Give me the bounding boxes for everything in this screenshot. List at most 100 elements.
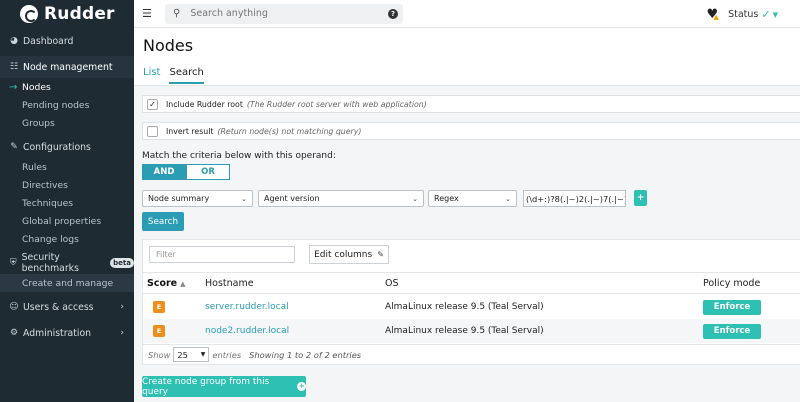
column-header-hostname[interactable]: Hostname: [205, 278, 254, 289]
users-icon: ☺: [9, 302, 19, 312]
search-input[interactable]: [190, 8, 371, 19]
sidebar-item-label: Pending nodes: [22, 99, 90, 111]
filter-input[interactable]: Filter: [149, 246, 295, 263]
sidebar-item-label: Configurations: [23, 141, 91, 153]
table-row: E node2.rudder.local AlmaLinux release 9…: [143, 319, 800, 343]
sidebar-item-security-benchmarks[interactable]: ⛨ Security benchmarks beta: [0, 252, 134, 274]
search-button[interactable]: Search: [142, 212, 184, 231]
sidebar-item-directives[interactable]: Directives: [0, 176, 134, 194]
operand-label: Match the criteria below with this opera…: [142, 151, 336, 161]
page-header: Nodes List Search: [134, 28, 800, 86]
operand-toggle: AND OR: [142, 164, 230, 180]
sidebar-item-techniques[interactable]: Techniques: [0, 194, 134, 212]
score-badge: E: [153, 301, 165, 313]
criteria-comparator-select[interactable]: Regex ⌄: [428, 190, 517, 207]
sidebar-item-label: Change logs: [22, 233, 79, 245]
health-heart-icon: ♥ ▲: [706, 7, 719, 22]
column-header-score[interactable]: Score ▲: [147, 278, 186, 289]
chevron-down-icon: ⌄: [241, 194, 247, 203]
criteria-attribute-select[interactable]: Agent version ⌄: [258, 190, 424, 207]
hostname-link[interactable]: node2.rudder.local: [205, 326, 289, 336]
status-menu[interactable]: ♥ ▲ Status ✓ ▼: [706, 7, 778, 22]
page-size-value: 25: [177, 349, 188, 360]
page-size-select[interactable]: 25 ▼: [173, 347, 210, 362]
os-cell: AlmaLinux release 9.5 (Teal Serval): [385, 302, 544, 312]
tab-search[interactable]: Search: [169, 67, 204, 84]
policy-mode-badge: Enforce: [703, 323, 761, 339]
results-panel: Filter Edit columns ✎ Score ▲ Hostname OS…: [142, 239, 800, 365]
column-header-policy-mode[interactable]: Policy mode: [703, 278, 760, 289]
tab-bar: List Search: [143, 67, 213, 84]
pencil-icon: ✎: [377, 250, 384, 259]
add-criteria-button[interactable]: +: [634, 190, 647, 206]
invert-result-checkbox[interactable]: [147, 125, 158, 137]
show-label: Show: [148, 349, 171, 360]
column-header-label: Score: [147, 277, 178, 289]
sidebar-item-label: Techniques: [22, 197, 74, 209]
operand-or-button[interactable]: OR: [186, 164, 230, 180]
criteria-attribute-value: Agent version: [264, 194, 320, 203]
sidebar-item-label: Administration: [23, 327, 92, 339]
include-root-checkbox[interactable]: ✓: [147, 98, 158, 110]
sitemap-icon: ☷: [9, 62, 19, 72]
sidebar-item-label: Nodes: [22, 81, 51, 93]
gear-icon: ⚙: [9, 328, 19, 338]
global-search[interactable]: ⚲ ?: [165, 3, 403, 24]
criteria-value-input[interactable]: (\d+:)?8(.|~)2(.|~)7(.|~)git2: [523, 190, 626, 207]
criteria-object-value: Node summary: [148, 194, 210, 203]
question-icon: ?: [388, 8, 398, 19]
sidebar-item-pending-nodes[interactable]: Pending nodes: [0, 96, 134, 114]
page-title: Nodes: [143, 36, 194, 55]
hamburger-menu-icon[interactable]: ☰: [142, 7, 152, 20]
operand-and-button[interactable]: AND: [142, 164, 186, 180]
entries-label: entries: [212, 349, 242, 360]
sidebar-item-groups[interactable]: Groups: [0, 114, 134, 132]
sidebar-item-create-and-manage[interactable]: Create and manage: [0, 274, 134, 292]
include-root-label: Include Rudder root: [166, 99, 243, 109]
chevron-right-icon: ›: [120, 302, 124, 312]
chevron-down-icon: ⌄: [412, 194, 418, 203]
sidebar-item-label: Users & access: [23, 301, 94, 313]
hostname-link[interactable]: server.rudder.local: [205, 302, 289, 312]
include-root-option[interactable]: ✓ Include Rudder root (The Rudder root s…: [142, 95, 800, 113]
sidebar-item-label: Dashboard: [23, 35, 74, 47]
criteria-object-select[interactable]: Node summary ⌄: [142, 190, 253, 207]
search-icon: ⚲: [173, 8, 181, 19]
invert-result-option[interactable]: Invert result (Return node(s) not matchi…: [142, 122, 800, 140]
brand-name: Rudder: [44, 4, 115, 24]
dashboard-icon: ◕: [10, 36, 18, 46]
sidebar-item-dashboard[interactable]: ◕ Dashboard: [0, 30, 134, 52]
score-badge: E: [153, 325, 165, 337]
create-node-group-button[interactable]: Create node group from this query +: [142, 376, 306, 397]
rudder-logo[interactable]: Rudder: [0, 0, 134, 28]
criteria-comparator-value: Regex: [434, 194, 459, 203]
table-footer: Show 25 ▼ entries Showing 1 to 2 of 2 en…: [143, 344, 800, 364]
tab-list[interactable]: List: [143, 67, 160, 84]
chevron-right-icon: ›: [120, 328, 124, 338]
table-row: E server.rudder.local AlmaLinux release …: [143, 295, 800, 319]
sidebar-item-change-logs[interactable]: Change logs: [0, 230, 134, 248]
chevron-down-icon: ▼: [200, 351, 206, 358]
wrench-icon: ✎: [10, 142, 18, 152]
plus-circle-icon: +: [297, 382, 306, 391]
top-bar: ☰ ⚲ ? ♥▲ Status ✓ ▼: [134, 0, 800, 28]
os-cell: AlmaLinux release 9.5 (Teal Serval): [385, 326, 544, 336]
sidebar-item-rules[interactable]: Rules: [0, 158, 134, 176]
status-label: Status: [728, 9, 759, 20]
sidebar: Rudder ◕ Dashboard ☷ Node management → N…: [0, 0, 134, 402]
search-help-button[interactable]: ?: [383, 4, 403, 24]
sidebar-item-global-properties[interactable]: Global properties: [0, 212, 134, 230]
column-header-os[interactable]: OS: [385, 278, 399, 289]
sidebar-item-configurations[interactable]: ✎ Configurations: [0, 136, 134, 158]
invert-result-label: Invert result: [166, 126, 214, 136]
shield-icon: ⛨: [9, 258, 17, 268]
sidebar-item-nodes[interactable]: → Nodes: [0, 78, 134, 96]
sidebar-item-node-management[interactable]: ☷ Node management: [0, 56, 134, 78]
sidebar-item-label: Rules: [22, 161, 47, 173]
table-info: Showing 1 to 2 of 2 entries: [249, 349, 362, 360]
main-content: Nodes List Search ✓ Include Rudder root …: [134, 28, 800, 402]
sidebar-item-administration[interactable]: ⚙ Administration ›: [0, 322, 134, 344]
sidebar-item-users-access[interactable]: ☺ Users & access ›: [0, 296, 134, 318]
edit-columns-button[interactable]: Edit columns ✎: [309, 245, 389, 264]
rudder-logo-icon: [20, 5, 38, 23]
